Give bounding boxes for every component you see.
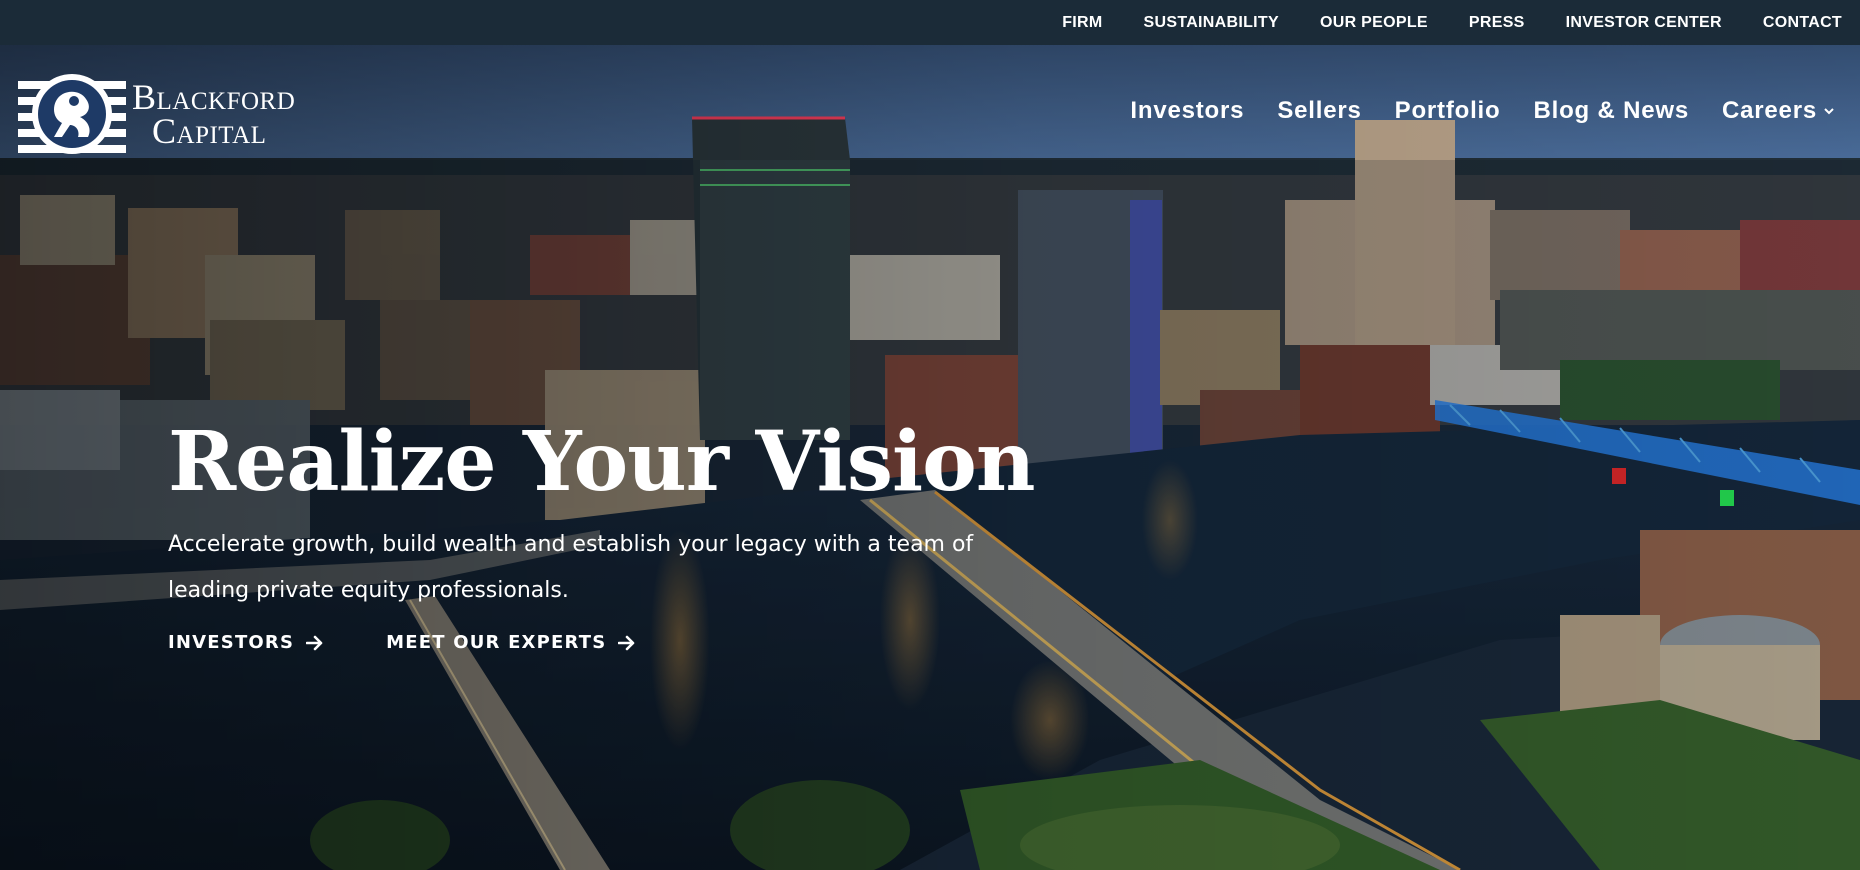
main-nav: Investors Sellers Portfolio Blog & News … xyxy=(1130,97,1835,125)
utility-link-contact[interactable]: CONTACT xyxy=(1763,14,1842,32)
utility-link-investor-center[interactable]: INVESTOR CENTER xyxy=(1566,14,1722,32)
utility-link-sustainability[interactable]: SUSTAINABILITY xyxy=(1144,14,1279,32)
investors-cta-label: INVESTORS xyxy=(168,632,295,653)
hero-cta-row: INVESTORS MEET OUR EXPERTS xyxy=(168,632,1028,653)
nav-careers-label: Careers xyxy=(1721,97,1817,124)
pegasus-emblem-icon xyxy=(18,74,126,154)
hero-section: Realize Your Vision Accelerate growth, b… xyxy=(168,412,1035,653)
utility-nav: FIRM SUSTAINABILITY OUR PEOPLE PRESS INV… xyxy=(0,0,1860,45)
hero-subtitle: Accelerate growth, build wealth and esta… xyxy=(168,532,974,603)
nav-careers[interactable]: Careers xyxy=(1722,97,1835,125)
nav-investors[interactable]: Investors xyxy=(1130,97,1244,125)
brand-name-line2: Capital xyxy=(152,111,267,151)
nav-blog-news-label: Blog & News xyxy=(1533,97,1689,124)
utility-link-press[interactable]: PRESS xyxy=(1469,14,1525,32)
brand-name-line1: Blackford xyxy=(132,77,296,117)
meet-experts-cta-label: MEET OUR EXPERTS xyxy=(386,632,607,653)
nav-sellers-label: Sellers xyxy=(1277,97,1362,124)
nav-blog-news[interactable]: Blog & News xyxy=(1534,97,1689,125)
hero-title: Realize Your Vision xyxy=(168,414,1035,510)
meet-experts-cta-link[interactable]: MEET OUR EXPERTS xyxy=(386,632,636,653)
nav-portfolio[interactable]: Portfolio xyxy=(1395,97,1501,125)
chevron-down-icon xyxy=(1824,108,1834,115)
site-header: Blackford Capital Investors Sellers Port… xyxy=(0,45,1860,160)
nav-investors-label: Investors xyxy=(1130,97,1245,124)
utility-link-firm[interactable]: FIRM xyxy=(1062,14,1102,32)
brand-wordmark: Blackford Capital xyxy=(132,77,296,151)
arrow-right-icon xyxy=(306,635,323,650)
brand-logo[interactable]: Blackford Capital xyxy=(18,71,295,157)
nav-portfolio-label: Portfolio xyxy=(1394,97,1501,124)
arrow-right-icon xyxy=(618,635,635,650)
nav-sellers[interactable]: Sellers xyxy=(1277,97,1361,125)
investors-cta-link[interactable]: INVESTORS xyxy=(168,632,324,653)
utility-link-our-people[interactable]: OUR PEOPLE xyxy=(1320,14,1428,32)
